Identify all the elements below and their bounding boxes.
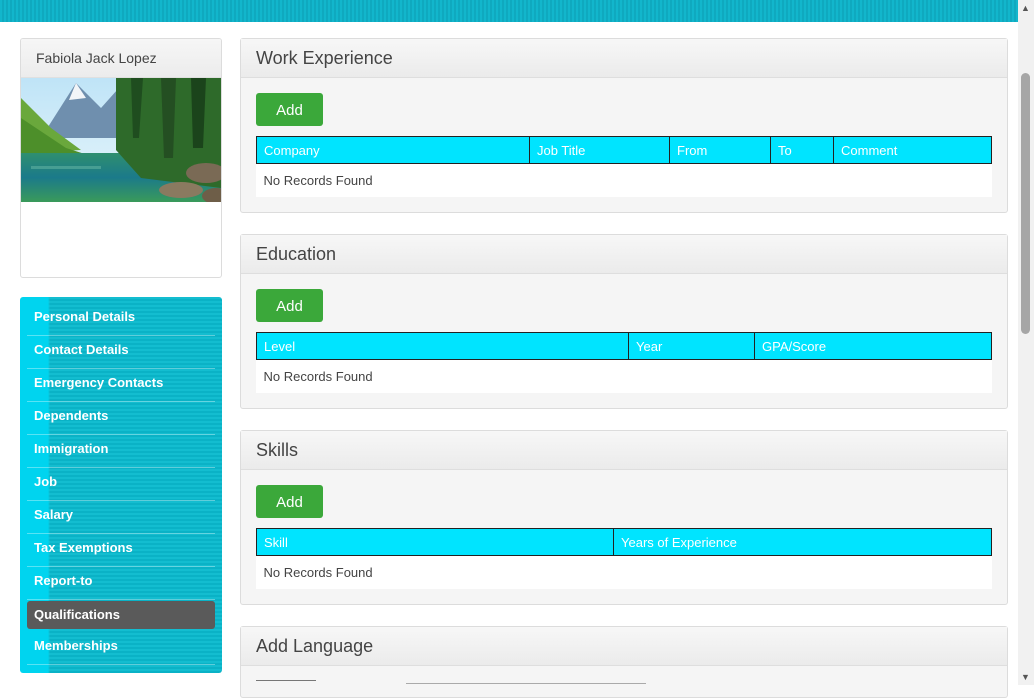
menu-item-qualifications[interactable]: Qualifications	[27, 601, 215, 629]
menu-item-tax-exemptions[interactable]: Tax Exemptions	[27, 535, 215, 567]
column-header-job-title[interactable]: Job Title	[529, 136, 670, 164]
profile-photo[interactable]	[21, 78, 221, 202]
table-header-row: Skill Years of Experience	[256, 528, 992, 556]
empty-message: No Records Found	[263, 369, 373, 384]
menu-item-emergency-contacts[interactable]: Emergency Contacts	[27, 370, 215, 402]
scrollbar-thumb[interactable]	[1021, 73, 1030, 334]
menu-item-personal-details[interactable]: Personal Details	[27, 304, 215, 336]
scroll-down-arrow-icon[interactable]: ▼	[1021, 672, 1030, 682]
add-language-title: Add Language	[241, 627, 1007, 666]
work-experience-table: Company Job Title From To Comment No Rec…	[256, 136, 992, 197]
column-header-comment[interactable]: Comment	[833, 136, 992, 164]
column-header-skill[interactable]: Skill	[256, 528, 614, 556]
column-header-to[interactable]: To	[770, 136, 834, 164]
add-skill-button[interactable]: Add	[256, 485, 323, 518]
education-table: Level Year GPA/Score No Records Found	[256, 332, 992, 393]
table-row: No Records Found	[257, 556, 992, 590]
column-header-gpa-score[interactable]: GPA/Score	[754, 332, 992, 360]
profile-card: Fabiola Jack Lopez	[20, 38, 222, 278]
menu-item-salary[interactable]: Salary	[27, 502, 215, 534]
empty-message: No Records Found	[263, 173, 373, 188]
add-work-experience-button[interactable]: Add	[256, 93, 323, 126]
menu-item-contact-details[interactable]: Contact Details	[27, 337, 215, 369]
work-experience-title: Work Experience	[241, 39, 1007, 78]
column-header-level[interactable]: Level	[256, 332, 629, 360]
employee-name: Fabiola Jack Lopez	[21, 39, 221, 78]
table-header-row: Level Year GPA/Score	[256, 332, 992, 360]
scroll-up-arrow-icon[interactable]: ▲	[1021, 3, 1030, 13]
add-education-button[interactable]: Add	[256, 289, 323, 322]
empty-message: No Records Found	[263, 565, 373, 580]
table-row: No Records Found	[257, 360, 992, 394]
table-row: No Records Found	[257, 164, 992, 198]
column-header-company[interactable]: Company	[256, 136, 530, 164]
language-select-partial[interactable]	[406, 683, 646, 688]
language-label-partial	[256, 680, 316, 684]
column-header-from[interactable]: From	[669, 136, 771, 164]
table-header-row: Company Job Title From To Comment	[256, 136, 992, 164]
skills-title: Skills	[241, 431, 1007, 470]
menu-item-report-to[interactable]: Report-to	[27, 568, 215, 600]
menu-item-dependents[interactable]: Dependents	[27, 403, 215, 435]
side-menu: Personal Details Contact Details Emergen…	[20, 297, 222, 673]
skills-table: Skill Years of Experience No Records Fou…	[256, 528, 992, 589]
menu-item-memberships[interactable]: Memberships	[27, 633, 215, 665]
work-experience-panel: Work Experience Add Company Job Title Fr…	[240, 38, 1008, 213]
column-header-years-of-experience[interactable]: Years of Experience	[613, 528, 992, 556]
education-title: Education	[241, 235, 1007, 274]
menu-item-immigration[interactable]: Immigration	[27, 436, 215, 468]
column-header-year[interactable]: Year	[628, 332, 755, 360]
education-panel: Education Add Level Year GPA/Score No Re…	[240, 234, 1008, 409]
skills-panel: Skills Add Skill Years of Experience No …	[240, 430, 1008, 605]
top-header-bar	[0, 0, 1018, 22]
menu-item-job[interactable]: Job	[27, 469, 215, 501]
